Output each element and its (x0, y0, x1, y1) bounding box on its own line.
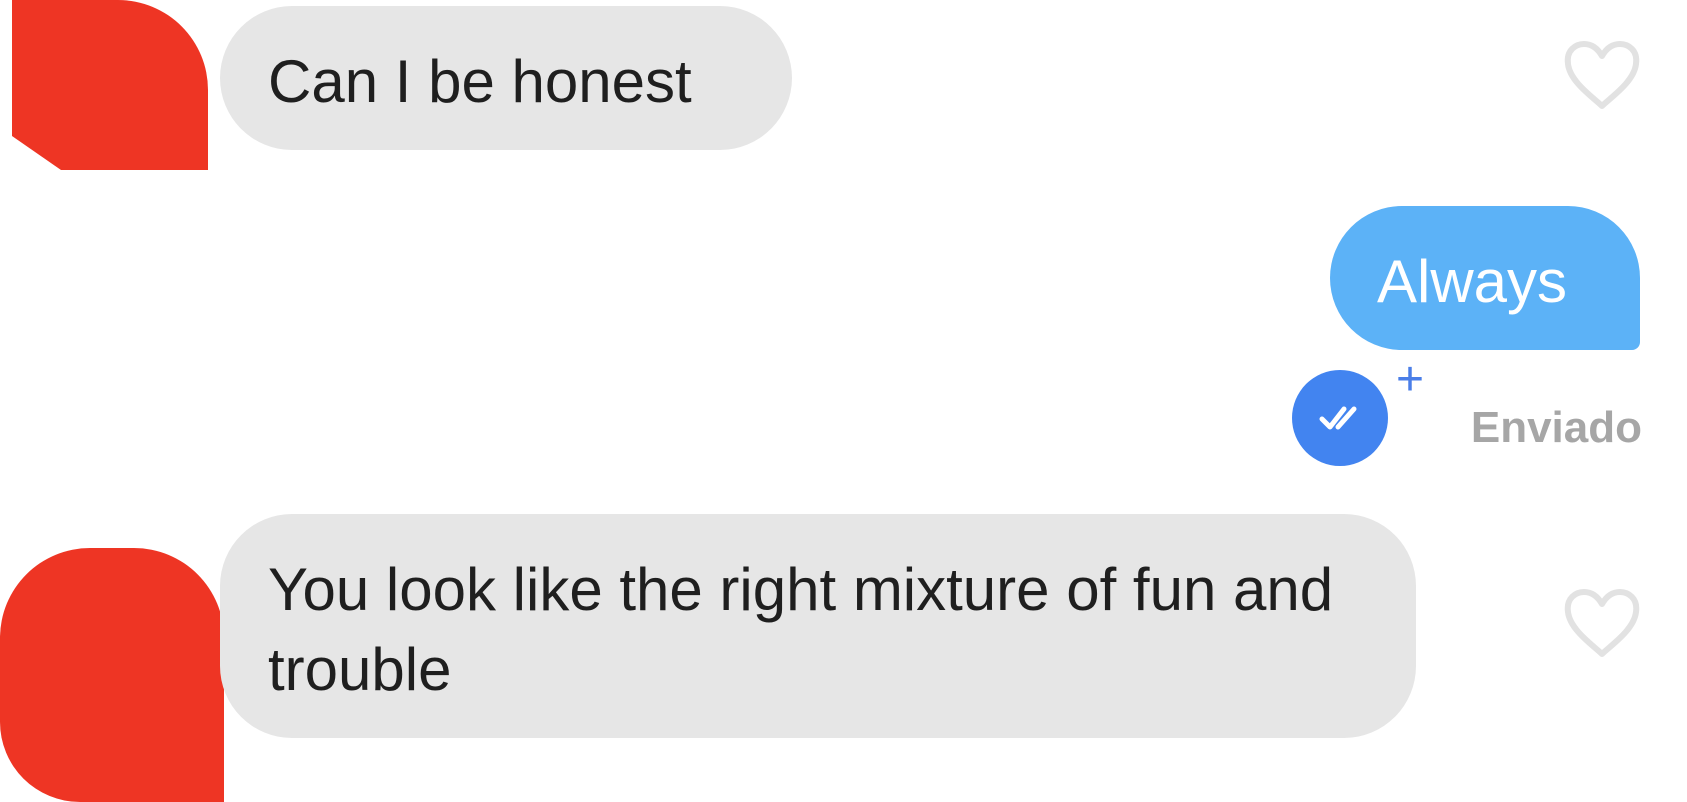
redacted-avatar (12, 0, 208, 170)
heart-icon[interactable] (1562, 40, 1642, 112)
plus-icon[interactable]: + (1396, 356, 1424, 404)
message-text: Can I be honest (268, 48, 692, 115)
sent-status-label: Enviado (1470, 403, 1642, 452)
message-text: Always (1377, 248, 1568, 315)
message-text: You look like the right mixture of fun a… (268, 556, 1334, 703)
redacted-avatar (0, 548, 224, 802)
incoming-message-bubble[interactable]: Can I be honest (220, 6, 792, 150)
outgoing-message-bubble[interactable]: Always (1330, 206, 1640, 350)
read-receipt-badge[interactable] (1292, 370, 1388, 466)
incoming-message-bubble[interactable]: You look like the right mixture of fun a… (220, 514, 1416, 738)
double-check-icon (1319, 406, 1357, 430)
message-status: + Enviado (1292, 356, 1642, 470)
heart-icon[interactable] (1562, 588, 1642, 660)
